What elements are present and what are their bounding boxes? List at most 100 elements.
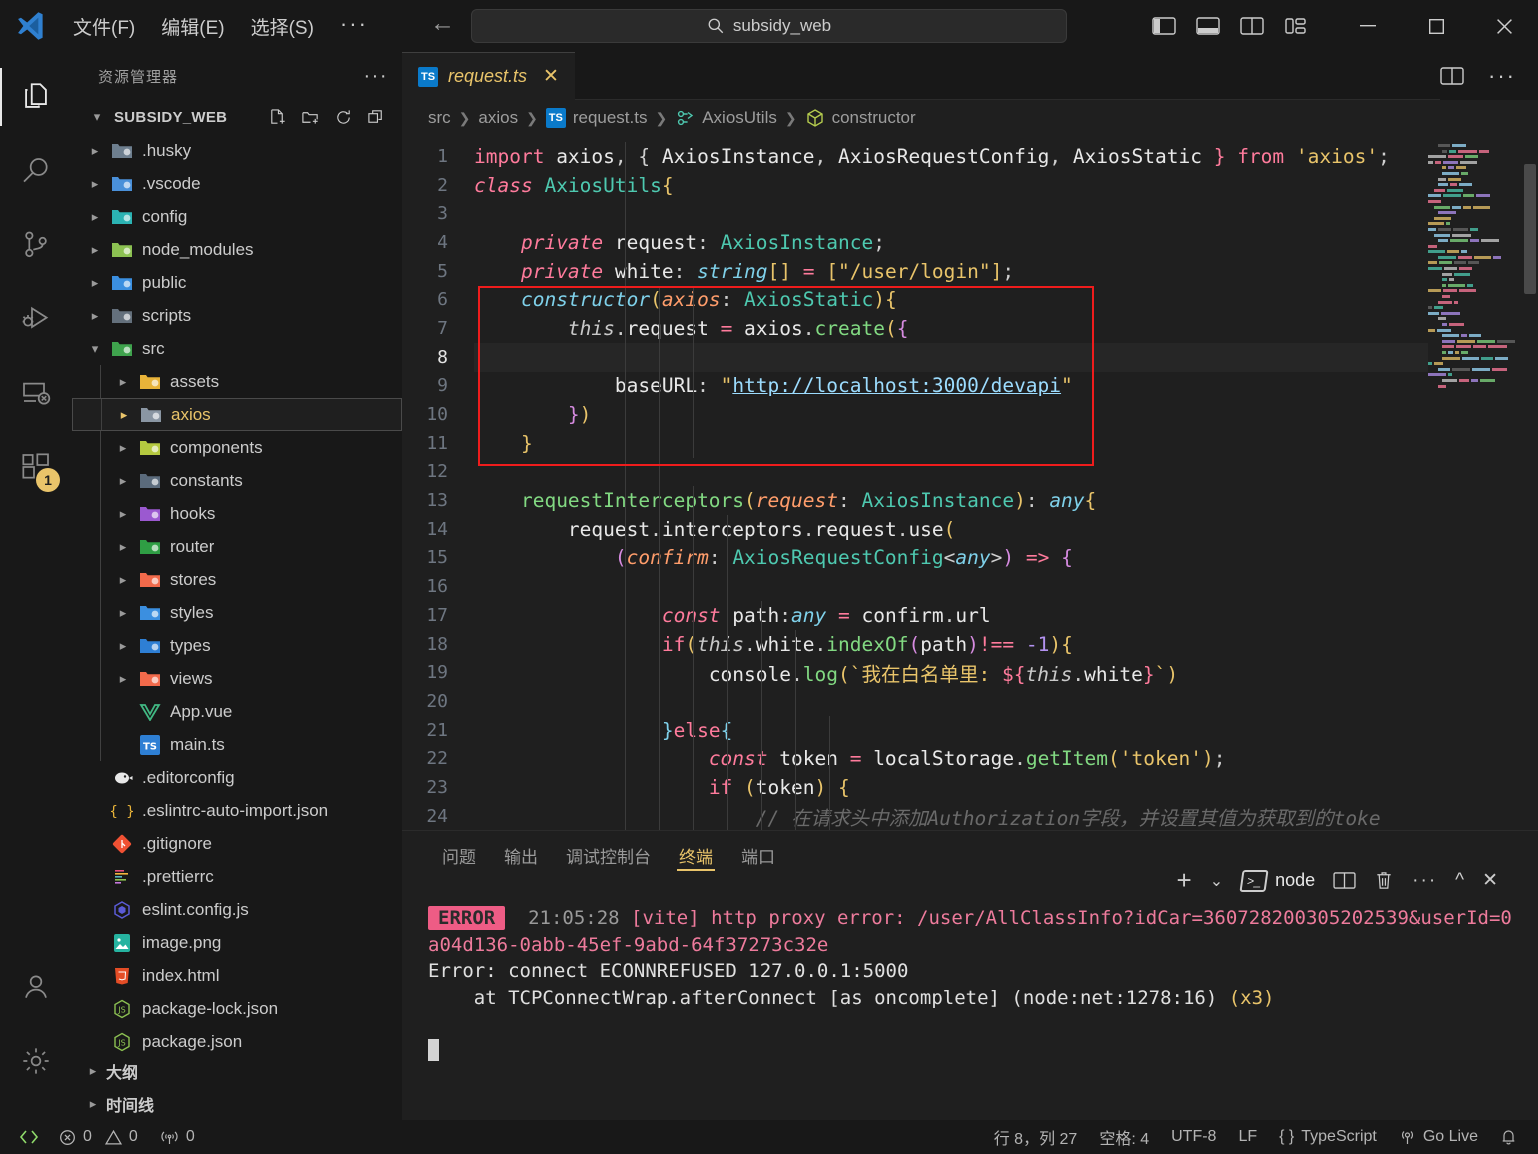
code-line[interactable]: 1 import axios, { AxiosInstance, AxiosReq… [402, 142, 1538, 171]
tree-file-row[interactable]: .editorconfig [72, 761, 402, 794]
code-line[interactable]: 22 const token = localStorage.getItem('t… [402, 744, 1538, 773]
more-actions-icon[interactable]: ··· [1488, 63, 1516, 89]
explorer-more-icon[interactable]: ··· [364, 65, 388, 88]
maximize-panel-icon[interactable]: ^ [1455, 870, 1464, 892]
tree-folder-row[interactable]: ▸ constants [72, 464, 402, 497]
panel-tab[interactable]: 问题 [428, 831, 490, 879]
chevron-down-icon[interactable]: ▾ [84, 109, 110, 125]
status-problems[interactable]: 0 0 [48, 1120, 149, 1154]
tree-file-row[interactable]: { } .eslintrc-auto-import.json [72, 794, 402, 827]
code-line[interactable]: 16 [402, 572, 1538, 601]
window-minimize-button[interactable] [1334, 0, 1402, 52]
status-go-live[interactable]: Go Live [1388, 1120, 1489, 1154]
back-icon[interactable]: ← [430, 11, 455, 36]
menu-bar[interactable]: 文件(F) 编辑(E) 选择(S) ··· [60, 8, 381, 45]
chevron-right-icon[interactable]: ▸ [82, 209, 108, 225]
breadcrumb-item[interactable]: TS request.ts [545, 108, 647, 128]
code-line[interactable]: 3 [402, 199, 1538, 228]
code-line[interactable]: 6 constructor(axios: AxiosStatic){ [402, 285, 1538, 314]
code-line[interactable]: 20 [402, 687, 1538, 716]
minimap[interactable] [1424, 144, 1520, 830]
tree-file-row[interactable]: JS package-lock.json [72, 992, 402, 1025]
menu-file[interactable]: 文件(F) [60, 8, 148, 45]
status-indentation[interactable]: 空格: 4 [1088, 1120, 1160, 1154]
window-maximize-button[interactable] [1402, 0, 1470, 52]
activity-run-debug[interactable] [0, 282, 72, 356]
trash-icon[interactable] [1374, 870, 1394, 891]
toggle-panel-icon[interactable] [1196, 16, 1220, 36]
collapse-all-icon[interactable] [367, 108, 386, 127]
workspace-actions[interactable] [268, 108, 402, 127]
tree-folder-row[interactable]: ▸ assets [72, 365, 402, 398]
panel-tab[interactable]: 终端 [665, 831, 727, 879]
tab-request-ts[interactable]: TS request.ts ✕ [402, 52, 575, 100]
menu-edit[interactable]: 编辑(E) [148, 8, 237, 45]
menu-select[interactable]: 选择(S) [238, 8, 327, 45]
panel-actions[interactable]: + ⌄ >_ node ··· ^ ✕ [1177, 865, 1518, 896]
code-line[interactable]: 4 private request: AxiosInstance; [402, 228, 1538, 257]
customize-layout-icon[interactable] [1284, 16, 1308, 36]
terminal-cursor-line[interactable] [428, 1038, 1538, 1065]
tree-file-row[interactable]: App.vue [72, 695, 402, 728]
toggle-primary-sidebar-icon[interactable] [1152, 16, 1176, 36]
tree-file-row[interactable]: image.png [72, 926, 402, 959]
tree-folder-row[interactable]: ▸ config [72, 200, 402, 233]
terminal-output[interactable]: ERROR 21:05:28 [vite] http proxy error: … [402, 879, 1538, 1120]
more-actions-icon[interactable]: ··· [1412, 870, 1437, 892]
code-line[interactable]: 12 [402, 458, 1538, 487]
panel-tab[interactable]: 调试控制台 [552, 831, 665, 879]
remote-indicator-icon[interactable] [10, 1129, 48, 1145]
tree-file-row[interactable]: JS package.json [72, 1025, 402, 1054]
chevron-down-icon[interactable]: ⌄ [1210, 871, 1223, 891]
status-notifications[interactable] [1489, 1120, 1528, 1154]
tree-folder-row[interactable]: ▸ public [72, 266, 402, 299]
panel-tab[interactable]: 输出 [490, 831, 552, 879]
chevron-right-icon[interactable]: ▸ [80, 1096, 106, 1112]
section-outline[interactable]: ▸ 大纲 [72, 1054, 402, 1087]
code-line[interactable]: 19 console.log(`我在白名单里: ${this.white}`) [402, 658, 1538, 687]
chevron-right-icon[interactable]: ▸ [82, 176, 108, 192]
terminal-profile[interactable]: >_ node [1239, 869, 1315, 892]
status-cursor-position[interactable]: 行 8，列 27 [983, 1120, 1089, 1154]
section-timeline[interactable]: ▸ 时间线 [72, 1087, 402, 1120]
refresh-icon[interactable] [334, 108, 353, 127]
activity-explorer[interactable] [0, 60, 72, 134]
window-close-button[interactable] [1470, 0, 1538, 52]
activity-manage[interactable] [0, 1024, 72, 1098]
activity-extensions[interactable]: 1 [0, 430, 72, 504]
code-line[interactable]: 17 const path:any = confirm.url [402, 601, 1538, 630]
quick-search-input[interactable]: subsidy_web [471, 9, 1067, 43]
tree-folder-row[interactable]: ▸ router [72, 530, 402, 563]
workspace-section-header[interactable]: ▾ SUBSIDY_WEB [72, 100, 402, 134]
editor-actions[interactable]: ··· [1440, 52, 1538, 100]
status-encoding[interactable]: UTF-8 [1160, 1120, 1227, 1154]
layout-controls[interactable] [1152, 16, 1334, 36]
chevron-right-icon[interactable]: ▸ [111, 407, 137, 423]
activity-source-control[interactable] [0, 208, 72, 282]
code-line[interactable]: 18 if(this.white.indexOf(path)!== -1){ [402, 630, 1538, 659]
breadcrumb[interactable]: src ❯ axios ❯ TS request.ts ❯ AxiosUtils ❯ constr… [402, 100, 1538, 136]
code-lines[interactable]: 1 import axios, { AxiosInstance, AxiosReq… [402, 136, 1538, 830]
split-terminal-icon[interactable] [1333, 871, 1356, 890]
tree-folder-row[interactable]: ▸ scripts [72, 299, 402, 332]
code-line[interactable]: 21 }else{ [402, 716, 1538, 745]
code-line[interactable]: 24 // 在请求头中添加Authorization字段，并设置其值为获取到的t… [402, 802, 1538, 830]
scrollbar-thumb[interactable] [1524, 164, 1536, 294]
chevron-right-icon[interactable]: ▸ [110, 440, 136, 456]
chevron-right-icon[interactable]: ▸ [110, 671, 136, 687]
chevron-down-icon[interactable]: ▾ [82, 341, 108, 357]
chevron-right-icon[interactable]: ▸ [110, 572, 136, 588]
chevron-right-icon[interactable]: ▸ [82, 308, 108, 324]
code-line[interactable]: 9 baseURL: "http://localhost:3000/devapi… [402, 372, 1538, 401]
menu-more[interactable]: ··· [327, 11, 381, 42]
chevron-right-icon[interactable]: ▸ [82, 275, 108, 291]
chevron-right-icon[interactable]: ▸ [110, 473, 136, 489]
code-line[interactable]: 11 } [402, 429, 1538, 458]
status-eol[interactable]: LF [1227, 1120, 1268, 1154]
code-line[interactable]: 14 request.interceptors.request.use( [402, 515, 1538, 544]
new-terminal-icon[interactable]: + [1177, 865, 1192, 896]
chevron-right-icon[interactable]: ▸ [82, 143, 108, 159]
status-ports[interactable]: 0 [149, 1120, 206, 1154]
breadcrumb-item[interactable]: AxiosUtils [675, 108, 777, 128]
tree-file-row[interactable]: eslint.config.js [72, 893, 402, 926]
